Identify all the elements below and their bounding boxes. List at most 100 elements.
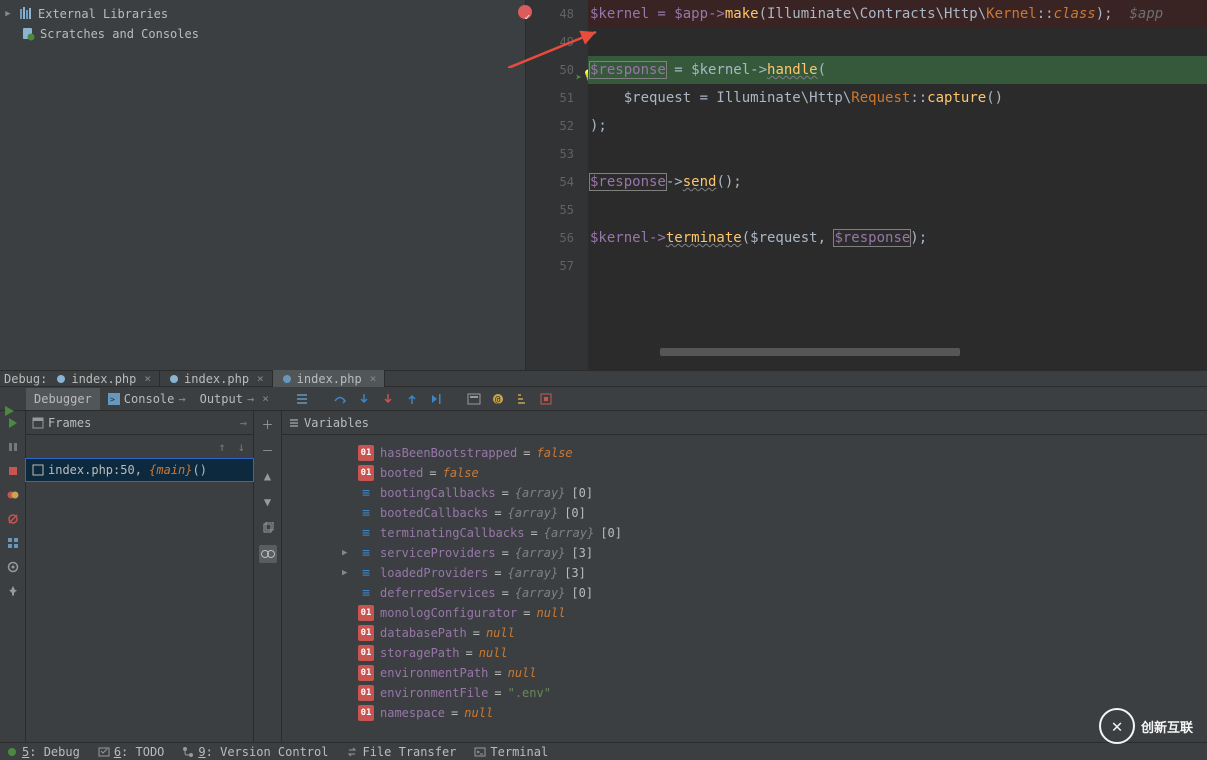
watch-down-button[interactable]: ▼	[259, 493, 277, 511]
frames-mid-toolbar: ＋ － ▲ ▼	[254, 411, 282, 743]
breakpoint-icon[interactable]	[518, 5, 532, 19]
field-icon: 01	[358, 645, 374, 661]
variable-row[interactable]: ≡bootedCallbacks = {array} [0]	[342, 503, 1207, 523]
field-icon: 01	[358, 625, 374, 641]
show-watches-button[interactable]	[259, 545, 277, 563]
mute-breakpoints-button[interactable]	[5, 511, 21, 527]
variables-panel: Variables 01hasBeenBootstrapped = false0…	[282, 411, 1207, 743]
variable-row[interactable]: 01monologConfigurator = null	[342, 603, 1207, 623]
vcs-icon	[182, 746, 194, 758]
variable-row[interactable]: 01storagePath = null	[342, 643, 1207, 663]
toolwindow-version-control[interactable]: 9: Version Control	[182, 745, 328, 759]
code-editor[interactable]: 48 💡49 ➤50 51 52 53 54 55 56 57 $kernel …	[526, 0, 1207, 370]
tree-scratches[interactable]: Scratches and Consoles	[0, 24, 525, 44]
tab-console[interactable]: > Console →	[102, 388, 192, 410]
remove-watch-button[interactable]: －	[259, 441, 277, 459]
bug-icon	[281, 373, 293, 385]
debug-session-tab[interactable]: index.php ×	[47, 370, 160, 387]
toolwindow-file-transfer[interactable]: File Transfer	[346, 745, 456, 759]
force-step-into-button[interactable]	[377, 388, 399, 410]
sort-button[interactable]	[511, 388, 533, 410]
variable-row[interactable]: ▶≡serviceProviders = {array} [3]	[342, 543, 1207, 563]
variable-row[interactable]: ▶≡loadedProviders = {array} [3]	[342, 563, 1207, 583]
frames-panel: Frames → ↑ ↓ index.php:50, {main} ()	[26, 411, 254, 743]
close-icon[interactable]: ×	[253, 372, 264, 385]
step-into-button[interactable]	[353, 388, 375, 410]
tree-label: External Libraries	[38, 7, 168, 21]
bug-icon	[55, 373, 67, 385]
array-icon: ≡	[358, 585, 374, 601]
add-watch-button[interactable]: ＋	[259, 415, 277, 433]
variable-row[interactable]: 01environmentPath = null	[342, 663, 1207, 683]
code-body[interactable]: $kernel = $app->make(Illuminate\Contract…	[588, 0, 1207, 370]
tree-label: Scratches and Consoles	[40, 27, 199, 41]
watch-up-button[interactable]: ▲	[259, 467, 277, 485]
expand-icon[interactable]: ▶	[342, 568, 352, 578]
frames-title: Frames	[48, 416, 91, 430]
editor-gutter[interactable]: 48 💡49 ➤50 51 52 53 54 55 56 57	[526, 0, 588, 370]
view-breakpoints-button[interactable]	[5, 487, 21, 503]
thread-arrow-icon[interactable]: →	[240, 416, 247, 430]
debug-header: Debug: index.php × index.php × index.php…	[0, 370, 1207, 387]
field-icon: 01	[358, 685, 374, 701]
svg-text:>: >	[110, 395, 115, 404]
svg-text:@: @	[495, 395, 501, 405]
transfer-icon	[346, 746, 358, 758]
array-icon: ≡	[358, 565, 374, 581]
array-icon: ≡	[358, 545, 374, 561]
field-icon: 01	[358, 445, 374, 461]
layout-button[interactable]	[5, 535, 21, 551]
tree-arrow-icon[interactable]: ▶	[2, 9, 14, 19]
frame-down-button[interactable]: ↓	[238, 440, 245, 454]
variable-row[interactable]: 01hasBeenBootstrapped = false	[342, 443, 1207, 463]
array-icon: ≡	[358, 485, 374, 501]
pin-button[interactable]	[5, 583, 21, 599]
field-icon: 01	[358, 605, 374, 621]
frame-up-button[interactable]: ↑	[219, 440, 226, 454]
toolwindow-todo[interactable]: 6: TODO	[98, 745, 165, 759]
show-execution-point-button[interactable]	[291, 388, 313, 410]
copy-watch-button[interactable]	[259, 519, 277, 537]
step-over-button[interactable]	[329, 388, 351, 410]
variable-row[interactable]: 01environmentFile = ".env"	[342, 683, 1207, 703]
variable-row[interactable]: 01namespace = null	[342, 703, 1207, 723]
tab-debugger[interactable]: Debugger	[26, 388, 100, 410]
array-icon: ≡	[358, 505, 374, 521]
settings-button[interactable]	[5, 559, 21, 575]
field-icon: 01	[358, 705, 374, 721]
tab-output[interactable]: Output → ×	[194, 388, 275, 410]
debug-session-tab[interactable]: index.php ×	[160, 370, 273, 387]
expand-icon[interactable]: ▶	[342, 548, 352, 558]
variable-row[interactable]: 01databasePath = null	[342, 623, 1207, 643]
close-icon[interactable]: ×	[258, 392, 269, 405]
frame-icon	[32, 464, 44, 476]
debug-label: Debug:	[4, 372, 47, 386]
execution-pointer-icon: ➤	[575, 64, 582, 92]
toolwindow-debug[interactable]: 5: Debug	[6, 745, 80, 759]
toolwindow-terminal[interactable]: Terminal	[474, 745, 548, 759]
frame-row[interactable]: index.php:50, {main} ()	[26, 459, 253, 481]
variable-row[interactable]: ≡terminatingCallbacks = {array} [0]	[342, 523, 1207, 543]
step-out-button[interactable]	[401, 388, 423, 410]
close-icon[interactable]: ×	[366, 372, 377, 385]
terminal-icon	[474, 746, 486, 758]
variable-row[interactable]: 01booted = false	[342, 463, 1207, 483]
console-icon: >	[108, 393, 120, 405]
variable-row[interactable]: ≡deferredServices = {array} [0]	[342, 583, 1207, 603]
horizontal-scrollbar[interactable]	[660, 348, 1207, 360]
evaluate-expression-button[interactable]	[463, 388, 485, 410]
debug-side-toolbar	[0, 411, 26, 743]
stop-button[interactable]	[5, 463, 21, 479]
rerun-button[interactable]	[2, 404, 16, 421]
memory-button[interactable]	[535, 388, 557, 410]
trace-button[interactable]: @	[487, 388, 509, 410]
debug-session-tab[interactable]: index.php ×	[273, 370, 386, 387]
field-icon: 01	[358, 665, 374, 681]
close-icon[interactable]: ×	[140, 372, 151, 385]
run-to-cursor-button[interactable]	[425, 388, 447, 410]
bug-icon	[6, 746, 18, 758]
project-tree[interactable]: ▶ External Libraries Scratches and Conso…	[0, 0, 526, 370]
pause-button[interactable]	[5, 439, 21, 455]
tree-external-libraries[interactable]: ▶ External Libraries	[0, 4, 525, 24]
variable-row[interactable]: ≡bootingCallbacks = {array} [0]	[342, 483, 1207, 503]
